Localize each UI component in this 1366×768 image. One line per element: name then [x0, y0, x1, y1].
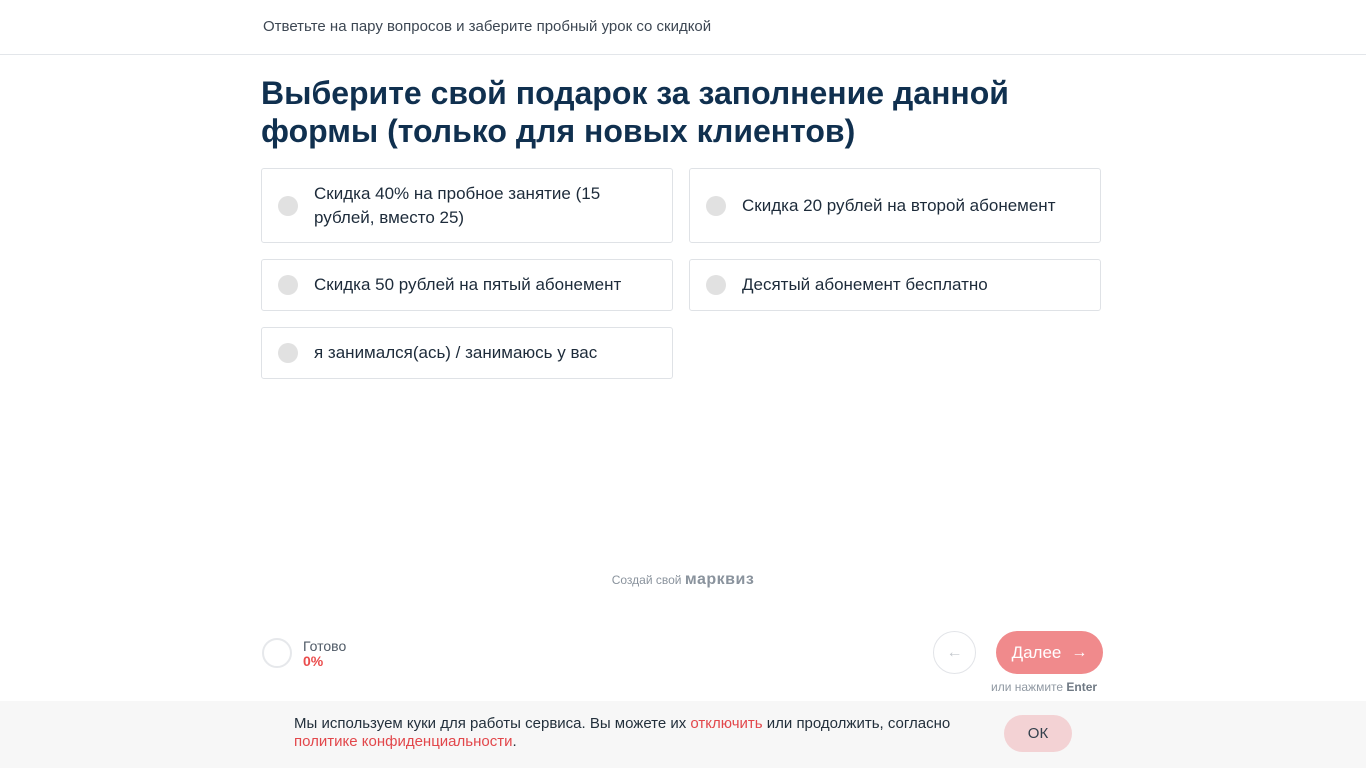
hint-prefix: или нажмите: [991, 680, 1064, 694]
privacy-policy-link[interactable]: политике конфиденциальности: [294, 733, 512, 750]
radio-icon[interactable]: [278, 275, 298, 295]
arrow-right-icon: →: [1071, 643, 1088, 661]
back-button[interactable]: ←: [933, 631, 976, 674]
progress-value: 0%: [303, 653, 324, 669]
radio-icon[interactable]: [278, 343, 298, 363]
next-button[interactable]: Далее →: [996, 631, 1103, 674]
cookie-text-part3: .: [512, 733, 517, 750]
arrow-left-icon: ←: [946, 643, 963, 661]
cookie-ok-button[interactable]: ОК: [1004, 715, 1072, 752]
radio-icon[interactable]: [706, 195, 726, 216]
option-label: Скидка 50 рублей на пятый абонемент: [314, 275, 622, 294]
radio-icon[interactable]: [706, 275, 726, 295]
option-existing-client[interactable]: я занимался(ась) / занимаюсь у вас: [261, 327, 673, 379]
top-bar: Ответьте на пару вопросов и заберите про…: [0, 0, 1366, 55]
cookie-text-part2: или продолжить, согласно: [762, 715, 951, 732]
next-label: Далее: [1011, 642, 1062, 662]
header-text: Ответьте на пару вопросов и заберите про…: [263, 18, 712, 35]
cookie-banner: Мы используем куки для работы сервиса. В…: [0, 701, 1366, 768]
cookie-disable-link[interactable]: отключить: [690, 715, 762, 732]
option-tenth-free[interactable]: Десятый абонемент бесплатно: [689, 259, 1101, 311]
option-label: я занимался(ась) / занимаюсь у вас: [314, 343, 598, 362]
progress-ring: [262, 638, 292, 668]
option-discount-50[interactable]: Скидка 50 рублей на пятый абонемент: [261, 259, 673, 311]
enter-hint: или нажмите Enter: [991, 680, 1097, 694]
progress-label: Готово: [303, 638, 347, 654]
option-discount-20[interactable]: Скидка 20 рублей на второй абонемент: [689, 168, 1101, 243]
hint-key: Enter: [1066, 680, 1098, 694]
option-label: Скидка 40% на пробное занятие (15 рублей…: [314, 183, 601, 227]
option-label: Скидка 20 рублей на второй абонемент: [742, 195, 1056, 215]
question-title: Выберите свой подарок за заполнение данн…: [261, 75, 1009, 149]
powered-by-link[interactable]: Создай свой марквиз: [0, 571, 1366, 589]
option-label: Десятый абонемент бесплатно: [742, 275, 988, 294]
radio-icon[interactable]: [278, 195, 298, 216]
cookie-text: Мы используем куки для работы сервиса. В…: [294, 715, 984, 751]
brand-logo: марквиз: [684, 571, 755, 588]
cookie-text-part1: Мы используем куки для работы сервиса. В…: [294, 715, 691, 732]
option-discount-40[interactable]: Скидка 40% на пробное занятие (15 рублей…: [261, 168, 673, 243]
powered-prefix: Создай свой: [611, 573, 682, 587]
